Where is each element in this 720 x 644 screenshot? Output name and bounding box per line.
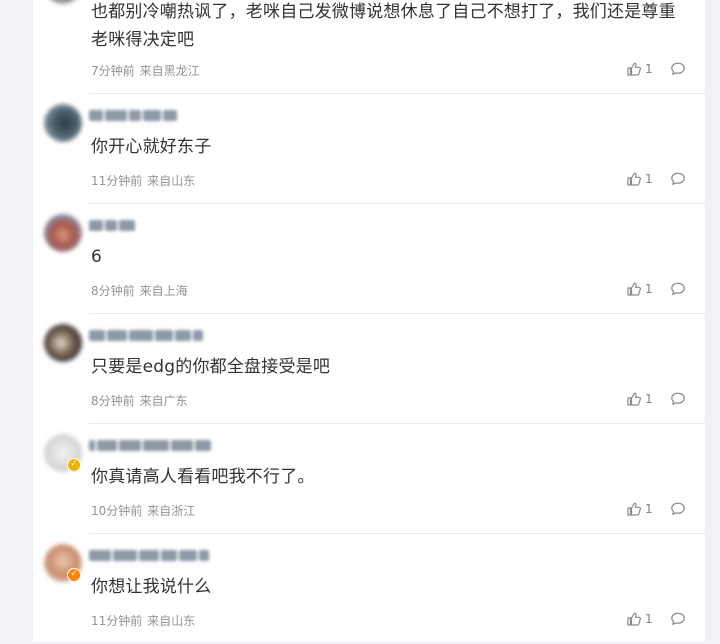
like-count: 1 xyxy=(645,172,653,186)
username[interactable] xyxy=(89,548,209,562)
reply-button[interactable] xyxy=(670,501,686,517)
thumbs-up-icon xyxy=(627,612,641,626)
comment-item: 你开心就好东子 11分钟前 来自山东 1 xyxy=(33,94,705,204)
like-count: 1 xyxy=(645,612,653,626)
comment-meta: 8分钟前 来自广东 xyxy=(91,392,188,409)
comment-actions: 1 xyxy=(626,280,686,298)
comment-bubble-icon xyxy=(671,62,685,75)
comment-item: 也都别冷嘲热讽了，老咪自己发微博说想休息了自己不想打了，我们还是尊重老咪得决定吧… xyxy=(33,0,705,94)
thumbs-up-icon xyxy=(627,502,641,516)
comment-meta: 11分钟前 来自山东 xyxy=(91,172,195,189)
thumbs-up-icon xyxy=(627,172,641,186)
username[interactable] xyxy=(89,218,135,232)
avatar[interactable] xyxy=(44,0,82,4)
like-count: 1 xyxy=(645,502,653,516)
thumbs-up-icon xyxy=(627,392,641,406)
reply-button[interactable] xyxy=(670,171,686,187)
comment-bubble-icon xyxy=(671,612,685,625)
comment-location: 来自黑龙江 xyxy=(139,64,200,78)
comment-time: 8分钟前 xyxy=(91,284,135,298)
comment-actions: 1 xyxy=(626,500,686,518)
like-button[interactable]: 1 xyxy=(626,391,653,407)
comment-text: 你想让我说什么 xyxy=(91,577,212,597)
username[interactable] xyxy=(89,438,211,452)
like-count: 1 xyxy=(645,392,653,406)
comment-meta: 10分钟前 来自浙江 xyxy=(91,502,195,519)
reply-button[interactable] xyxy=(670,391,686,407)
comment-item: ✓ 你真请高人看看吧我不行了。 10分钟前 来自浙江 1 xyxy=(33,424,705,534)
avatar[interactable] xyxy=(44,324,82,362)
comment-time: 8分钟前 xyxy=(91,394,135,408)
comment-bubble-icon xyxy=(671,172,685,185)
like-count: 1 xyxy=(645,62,653,76)
comment-text: 你开心就好东子 xyxy=(91,137,212,157)
comment-bubble-icon xyxy=(671,392,685,405)
reply-button[interactable] xyxy=(670,61,686,77)
like-button[interactable]: 1 xyxy=(626,281,653,297)
like-button[interactable]: 1 xyxy=(626,611,653,627)
comment-time: 10分钟前 xyxy=(91,504,143,518)
comment-list: 也都别冷嘲热讽了，老咪自己发微博说想休息了自己不想打了，我们还是尊重老咪得决定吧… xyxy=(33,0,705,642)
username[interactable] xyxy=(89,108,177,122)
comment-actions: 1 xyxy=(626,390,686,408)
reply-button[interactable] xyxy=(670,611,686,627)
comment-location: 来自山东 xyxy=(147,174,196,188)
comment-item: 只要是edg的你都全盘接受是吧 8分钟前 来自广东 1 xyxy=(33,314,705,424)
thumbs-up-icon xyxy=(627,282,641,296)
comment-time: 7分钟前 xyxy=(91,64,135,78)
comment-text: 6 xyxy=(91,247,103,267)
comment-meta: 8分钟前 来自上海 xyxy=(91,282,188,299)
comment-location: 来自上海 xyxy=(139,284,188,298)
comment-time: 11分钟前 xyxy=(91,174,143,188)
comment-text: 也都别冷嘲热讽了，老咪自己发微博说想休息了自己不想打了，我们还是尊重老咪得决定吧 xyxy=(91,2,676,50)
vip-badge-icon: ✓ xyxy=(67,568,81,582)
comment-actions: 1 xyxy=(626,610,686,628)
like-button[interactable]: 1 xyxy=(626,171,653,187)
comment-meta: 11分钟前 来自山东 xyxy=(91,612,195,629)
username[interactable] xyxy=(89,328,203,342)
comment-meta: 7分钟前 来自黑龙江 xyxy=(91,62,200,79)
comment-text: 只要是edg的你都全盘接受是吧 xyxy=(91,357,331,377)
like-count: 1 xyxy=(645,282,653,296)
like-button[interactable]: 1 xyxy=(626,501,653,517)
avatar[interactable] xyxy=(44,214,82,252)
reply-button[interactable] xyxy=(670,281,686,297)
comment-location: 来自山东 xyxy=(147,614,196,628)
comment-actions: 1 xyxy=(626,60,686,78)
thumbs-up-icon xyxy=(627,62,641,76)
comment-bubble-icon xyxy=(671,282,685,295)
comment-location: 来自浙江 xyxy=(147,504,196,518)
comment-item: 6 8分钟前 来自上海 1 xyxy=(33,204,705,314)
avatar[interactable] xyxy=(44,104,82,142)
like-button[interactable]: 1 xyxy=(626,61,653,77)
comment-item: ✓ 你想让我说什么 11分钟前 来自山东 1 xyxy=(33,534,705,644)
comment-text: 你真请高人看看吧我不行了。 xyxy=(91,467,315,487)
vip-badge-icon: ✓ xyxy=(67,458,81,472)
comment-bubble-icon xyxy=(671,502,685,515)
comment-location: 来自广东 xyxy=(139,394,188,408)
comment-time: 11分钟前 xyxy=(91,614,143,628)
comment-actions: 1 xyxy=(626,170,686,188)
